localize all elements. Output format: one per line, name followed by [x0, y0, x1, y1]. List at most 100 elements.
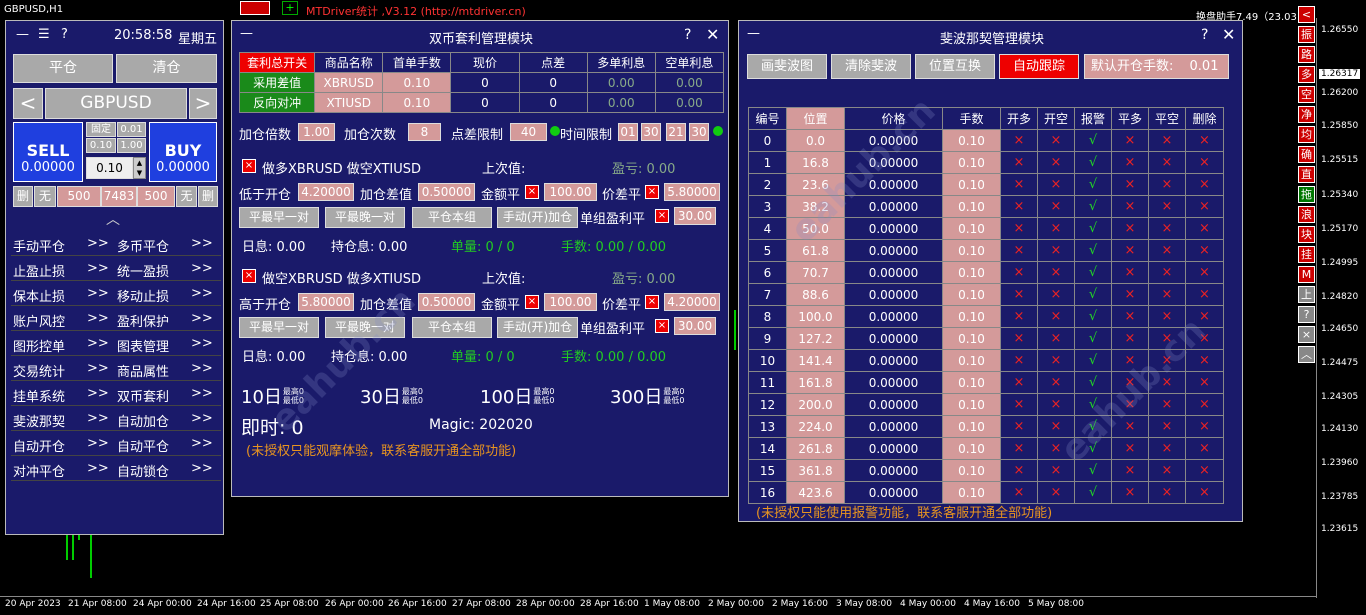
delete-toggle-x-icon[interactable]: × — [1185, 239, 1224, 262]
chart-plus-button[interactable]: + — [282, 1, 298, 15]
open-short-toggle-x-icon[interactable]: × — [1037, 261, 1075, 284]
menu-item[interactable]: 自动加仓 — [117, 411, 169, 430]
help-icon[interactable]: ? — [684, 27, 691, 43]
fib-lots[interactable]: 0.10 — [942, 283, 1001, 306]
fib-lots[interactable]: 0.10 — [942, 217, 1001, 240]
close-icon[interactable]: ✕ — [706, 25, 719, 44]
menu-arrow-icon[interactable]: >> — [191, 311, 213, 326]
open-long-toggle-x-icon[interactable]: × — [1000, 305, 1038, 328]
menu-item[interactable]: 保本止损 — [13, 286, 65, 305]
close-long-toggle-x-icon[interactable]: × — [1111, 195, 1149, 218]
right-toolbar-button[interactable]: < — [1298, 6, 1315, 23]
buy-button[interactable]: BUY 0.00000 — [149, 122, 217, 182]
fib-level[interactable]: 0.0 — [786, 129, 845, 152]
group1-price-input[interactable]: 5.80000 — [664, 183, 720, 201]
collapse-icon[interactable]: ︿ — [106, 209, 120, 229]
delete-toggle-x-icon[interactable]: × — [1185, 217, 1224, 240]
default-lots-value[interactable]: 0.01 — [1190, 59, 1219, 74]
delete-toggle-x-icon[interactable]: × — [1185, 129, 1224, 152]
close-long-toggle-x-icon[interactable]: × — [1111, 261, 1149, 284]
right-toolbar-button[interactable]: 浪 — [1298, 206, 1315, 223]
menu-arrow-icon[interactable]: >> — [191, 336, 213, 351]
menu-item[interactable]: 自动开仓 — [13, 436, 65, 455]
close-short-toggle-x-icon[interactable]: × — [1148, 151, 1186, 174]
delete-toggle-x-icon[interactable]: × — [1185, 283, 1224, 306]
right-toolbar-button[interactable]: 挂 — [1298, 246, 1315, 263]
right-toolbar-button[interactable]: 直 — [1298, 166, 1315, 183]
fib-lots[interactable]: 0.10 — [942, 151, 1001, 174]
menu-arrow-icon[interactable]: >> — [87, 461, 109, 476]
first-lot-cell[interactable]: 0.10 — [382, 92, 452, 113]
symbol-cell[interactable]: XTIUSD — [314, 92, 384, 113]
none-right-button[interactable]: 无 — [176, 186, 197, 207]
open-long-toggle-x-icon[interactable]: × — [1000, 151, 1038, 174]
open-long-toggle-x-icon[interactable]: × — [1000, 129, 1038, 152]
menu-arrow-icon[interactable]: >> — [87, 436, 109, 451]
menu-arrow-icon[interactable]: >> — [191, 361, 213, 376]
close-long-toggle-x-icon[interactable]: × — [1111, 173, 1149, 196]
lot-stepper-icon[interactable]: ▲ ▼ — [133, 157, 146, 179]
open-long-toggle-x-icon[interactable]: × — [1000, 481, 1038, 504]
right-toolbar-button[interactable]: 拖 — [1298, 186, 1315, 203]
minimize-icon[interactable]: — — [16, 27, 29, 42]
delete-toggle-x-icon[interactable]: × — [1185, 261, 1224, 284]
right-toolbar-button[interactable]: 振 — [1298, 26, 1315, 43]
right-points-input[interactable]: 500 — [137, 186, 175, 207]
fib-level[interactable]: 224.0 — [786, 415, 845, 438]
menu-item[interactable]: 图表管理 — [117, 336, 169, 355]
close-short-toggle-x-icon[interactable]: × — [1148, 239, 1186, 262]
group1-group-profit-toggle-icon[interactable]: × — [655, 209, 669, 223]
open-long-toggle-x-icon[interactable]: × — [1000, 283, 1038, 306]
open-short-toggle-x-icon[interactable]: × — [1037, 459, 1075, 482]
none-left-button[interactable]: 无 — [34, 186, 56, 207]
fib-lots[interactable]: 0.10 — [942, 371, 1001, 394]
menu-item[interactable]: 统一盈损 — [117, 261, 169, 280]
group2-price-toggle-icon[interactable]: × — [645, 295, 659, 309]
lot-input[interactable]: 0.10 — [86, 157, 133, 179]
open-short-toggle-x-icon[interactable]: × — [1037, 173, 1075, 196]
right-toolbar-button[interactable]: 净 — [1298, 106, 1315, 123]
delete-toggle-x-icon[interactable]: × — [1185, 151, 1224, 174]
close-long-toggle-x-icon[interactable]: × — [1111, 459, 1149, 482]
clear-fibo-button[interactable]: 清除斐波 — [831, 54, 911, 79]
close-long-toggle-x-icon[interactable]: × — [1111, 283, 1149, 306]
menu-item[interactable]: 斐波那契 — [13, 411, 65, 430]
close-short-toggle-x-icon[interactable]: × — [1148, 261, 1186, 284]
fib-lots[interactable]: 0.10 — [942, 459, 1001, 482]
open-short-toggle-x-icon[interactable]: × — [1037, 305, 1075, 328]
swap-position-button[interactable]: 位置互换 — [915, 54, 995, 79]
open-long-toggle-x-icon[interactable]: × — [1000, 173, 1038, 196]
minimize-icon[interactable]: — — [240, 26, 253, 41]
menu-item[interactable]: 多币平仓 — [117, 236, 169, 255]
close-short-toggle-x-icon[interactable]: × — [1148, 459, 1186, 482]
group1-manual-add-button[interactable]: 手动(开)加仓 — [497, 207, 578, 228]
close-long-toggle-x-icon[interactable]: × — [1111, 217, 1149, 240]
group2-manual-add-button[interactable]: 手动(开)加仓 — [497, 317, 578, 338]
close-long-toggle-x-icon[interactable]: × — [1111, 481, 1149, 504]
group1-toggle-icon[interactable]: × — [242, 159, 256, 173]
fib-level[interactable]: 70.7 — [786, 261, 845, 284]
open-short-toggle-x-icon[interactable]: × — [1037, 217, 1075, 240]
right-toolbar-button[interactable]: ︿ — [1298, 346, 1315, 363]
chart-red-button[interactable] — [240, 1, 270, 15]
open-short-toggle-x-icon[interactable]: × — [1037, 349, 1075, 372]
menu-arrow-icon[interactable]: >> — [87, 386, 109, 401]
group2-close-earliest-button[interactable]: 平最早一对 — [239, 317, 319, 338]
alert-toggle-check-icon[interactable]: √ — [1074, 349, 1112, 372]
alert-toggle-check-icon[interactable]: √ — [1074, 327, 1112, 350]
group2-amount-toggle-icon[interactable]: × — [525, 295, 539, 309]
draw-fibo-button[interactable]: 画斐波图 — [747, 54, 827, 79]
menu-arrow-icon[interactable]: >> — [87, 361, 109, 376]
open-long-toggle-x-icon[interactable]: × — [1000, 327, 1038, 350]
alert-toggle-check-icon[interactable]: √ — [1074, 261, 1112, 284]
menu-item[interactable]: 双币套利 — [117, 386, 169, 405]
delete-toggle-x-icon[interactable]: × — [1185, 195, 1224, 218]
delete-toggle-x-icon[interactable]: × — [1185, 481, 1224, 504]
lot-001-button[interactable]: 0.01 — [117, 122, 146, 137]
open-long-toggle-x-icon[interactable]: × — [1000, 349, 1038, 372]
delete-toggle-x-icon[interactable]: × — [1185, 173, 1224, 196]
group1-close-group-button[interactable]: 平仓本组 — [412, 207, 492, 228]
add-times-input[interactable]: 8 — [408, 123, 441, 141]
menu-item[interactable]: 挂单系统 — [13, 386, 65, 405]
menu-arrow-icon[interactable]: >> — [191, 436, 213, 451]
